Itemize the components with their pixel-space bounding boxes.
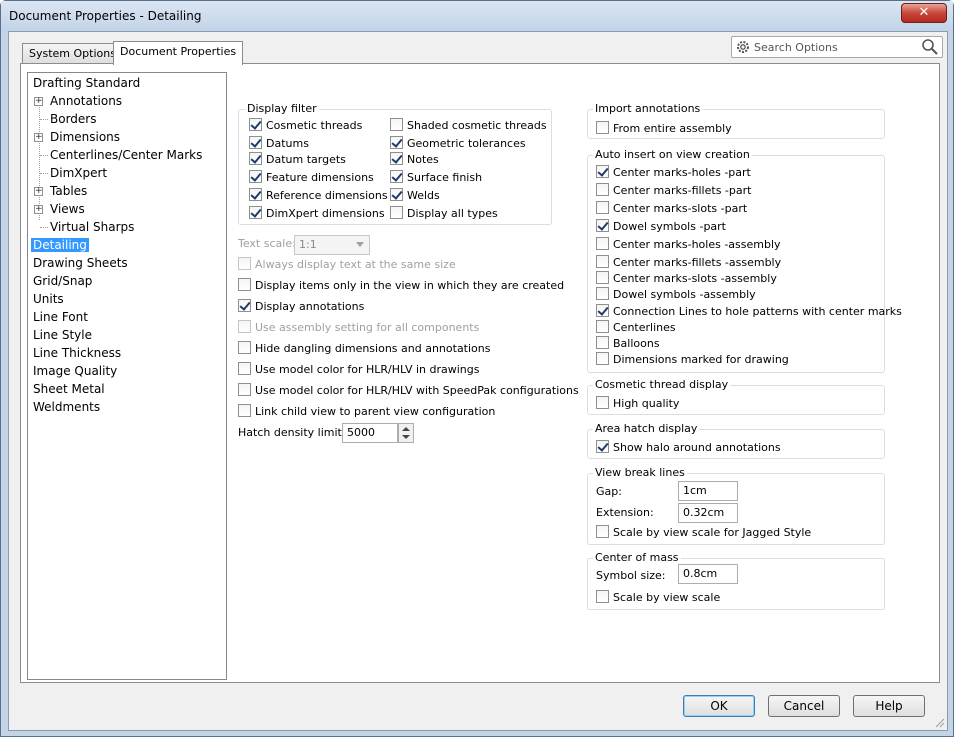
- tree-item-borders[interactable]: Borders: [34, 111, 98, 127]
- tree-item-weldments[interactable]: Weldments: [31, 399, 102, 415]
- ok-button[interactable]: OK: [683, 695, 755, 717]
- resize-grip-icon[interactable]: [933, 716, 945, 728]
- gap-label: Gap:: [596, 485, 622, 498]
- area-hatch-title: Area hatch display: [593, 422, 700, 435]
- checkbox-display-annotations[interactable]: Display annotations: [238, 299, 364, 315]
- search-options[interactable]: Search Options: [731, 36, 943, 58]
- cancel-button[interactable]: Cancel: [768, 695, 840, 717]
- checkbox-dowel-part[interactable]: Dowel symbols -part: [596, 219, 726, 235]
- checkbox-dimxpert-dimensions[interactable]: DimXpert dimensions: [249, 206, 385, 222]
- gap-input[interactable]: 1cm: [678, 481, 738, 501]
- tree-item-image-quality[interactable]: Image Quality: [31, 363, 119, 379]
- tree-item-annotations[interactable]: + Annotations: [34, 93, 124, 109]
- gear-icon: [737, 41, 749, 53]
- cosmetic-thread-title: Cosmetic thread display: [593, 378, 731, 391]
- hatch-density-input[interactable]: 5000: [342, 423, 398, 443]
- dialog-client: System Options Document Properties Searc…: [8, 31, 948, 731]
- search-placeholder: Search Options: [754, 41, 838, 54]
- tree-item-line-font[interactable]: Line Font: [31, 309, 90, 325]
- tree-item-sheet-metal[interactable]: Sheet Metal: [31, 381, 107, 397]
- checkbox-surface-finish[interactable]: Surface finish: [390, 170, 482, 186]
- checkbox-cm-fillets-assembly[interactable]: Center marks-fillets -assembly: [596, 255, 781, 271]
- checkbox-shaded-cosmetic-threads[interactable]: Shaded cosmetic threads: [390, 118, 547, 134]
- tree-item-detailing[interactable]: Detailing: [31, 237, 89, 253]
- tree-item-units[interactable]: Units: [31, 291, 66, 307]
- checkbox-high-quality[interactable]: High quality: [596, 396, 679, 412]
- display-filter-title: Display filter: [245, 102, 319, 115]
- checkbox-datums[interactable]: Datums: [249, 136, 309, 152]
- checkbox-dimensions-marked[interactable]: Dimensions marked for drawing: [596, 352, 789, 368]
- checkbox-feature-dimensions[interactable]: Feature dimensions: [249, 170, 374, 186]
- checkbox-scale-jagged[interactable]: Scale by view scale for Jagged Style: [596, 525, 811, 541]
- text-scale-label: Text scale:: [238, 237, 296, 250]
- checkbox-link-child-view[interactable]: Link child view to parent view configura…: [238, 404, 495, 420]
- tree-item-dimxpert[interactable]: DimXpert: [34, 165, 109, 181]
- center-of-mass-title: Center of mass: [593, 551, 681, 564]
- help-button[interactable]: Help: [853, 695, 925, 717]
- tree-item-centerlines[interactable]: Centerlines/Center Marks: [34, 147, 204, 163]
- tab-system-options[interactable]: System Options: [22, 43, 123, 65]
- checkbox-connection-lines[interactable]: Connection Lines to hole patterns with c…: [596, 304, 902, 320]
- dialog-window: Document Properties - Detailing ✕ System…: [0, 0, 954, 737]
- tree-item-drawing-sheets[interactable]: Drawing Sheets: [31, 255, 130, 271]
- checkbox-display-all-types[interactable]: Display all types: [390, 206, 498, 222]
- checkbox-dowel-assembly[interactable]: Dowel symbols -assembly: [596, 287, 756, 303]
- checkbox-cm-slots-assembly[interactable]: Center marks-slots -assembly: [596, 271, 777, 287]
- checkbox-always-display-text-same-size[interactable]: Always display text at the same size: [238, 257, 456, 273]
- extension-label: Extension:: [596, 506, 654, 519]
- checkbox-reference-dimensions[interactable]: Reference dimensions: [249, 188, 388, 204]
- text-scale-select[interactable]: 1:1: [294, 235, 370, 255]
- spin-down-icon[interactable]: [402, 435, 410, 439]
- options-tree[interactable]: Drafting Standard + Annotations Borders …: [27, 72, 227, 680]
- symbol-size-input[interactable]: 0.8cm: [678, 564, 738, 584]
- options-panel: Drafting Standard + Annotations Borders …: [20, 63, 940, 683]
- expand-icon[interactable]: +: [34, 97, 43, 106]
- tree-item-views[interactable]: + Views: [34, 201, 87, 217]
- window-title: Document Properties - Detailing: [9, 9, 202, 23]
- tree-item-dimensions[interactable]: + Dimensions: [34, 129, 122, 145]
- checkbox-cm-slots-part[interactable]: Center marks-slots -part: [596, 201, 747, 217]
- checkbox-datum-targets[interactable]: Datum targets: [249, 152, 346, 168]
- hatch-density-spinner[interactable]: [398, 423, 414, 443]
- chevron-down-icon: [356, 242, 364, 247]
- hatch-density-label: Hatch density limit:: [238, 426, 346, 439]
- spin-up-icon[interactable]: [402, 427, 410, 431]
- close-button[interactable]: ✕: [901, 3, 947, 23]
- checkbox-display-items-only-in-view[interactable]: Display items only in the view in which …: [238, 278, 564, 294]
- checkbox-hide-dangling[interactable]: Hide dangling dimensions and annotations: [238, 341, 491, 357]
- expand-icon[interactable]: +: [34, 133, 43, 142]
- tree-item-line-thickness[interactable]: Line Thickness: [31, 345, 123, 361]
- checkbox-balloons[interactable]: Balloons: [596, 336, 660, 352]
- checkbox-welds[interactable]: Welds: [390, 188, 440, 204]
- view-break-lines-title: View break lines: [593, 466, 687, 479]
- tree-item-tables[interactable]: + Tables: [34, 183, 89, 199]
- search-icon[interactable]: [921, 38, 939, 56]
- checkbox-show-halo[interactable]: Show halo around annotations: [596, 440, 781, 456]
- checkbox-scale-by-view-scale[interactable]: Scale by view scale: [596, 590, 720, 606]
- checkbox-centerlines[interactable]: Centerlines: [596, 320, 676, 336]
- checkbox-cm-fillets-part[interactable]: Center marks-fillets -part: [596, 183, 751, 199]
- checkbox-geometric-tolerances[interactable]: Geometric tolerances: [390, 136, 526, 152]
- checkbox-model-color-speedpak[interactable]: Use model color for HLR/HLV with SpeedPa…: [238, 383, 579, 399]
- tree-item-drafting-standard[interactable]: Drafting Standard: [31, 75, 142, 91]
- import-annotations-title: Import annotations: [593, 102, 703, 115]
- auto-insert-title: Auto insert on view creation: [593, 148, 752, 161]
- expand-icon[interactable]: +: [34, 205, 43, 214]
- expand-icon[interactable]: +: [34, 187, 43, 196]
- checkbox-cosmetic-threads[interactable]: Cosmetic threads: [249, 118, 362, 134]
- checkbox-cm-holes-part[interactable]: Center marks-holes -part: [596, 165, 751, 181]
- symbol-size-label: Symbol size:: [596, 569, 666, 582]
- checkbox-use-assembly-setting[interactable]: Use assembly setting for all components: [238, 320, 479, 336]
- checkbox-cm-holes-assembly[interactable]: Center marks-holes -assembly: [596, 237, 781, 253]
- checkbox-model-color-hlr[interactable]: Use model color for HLR/HLV in drawings: [238, 362, 479, 378]
- title-bar[interactable]: Document Properties - Detailing ✕: [1, 1, 953, 31]
- extension-input[interactable]: 0.32cm: [678, 503, 738, 523]
- tree-item-virtual-sharps[interactable]: Virtual Sharps: [34, 219, 136, 235]
- tree-item-grid-snap[interactable]: Grid/Snap: [31, 273, 94, 289]
- checkbox-notes[interactable]: Notes: [390, 152, 439, 168]
- tab-document-properties[interactable]: Document Properties: [113, 41, 244, 65]
- tree-item-line-style[interactable]: Line Style: [31, 327, 94, 343]
- checkbox-from-entire-assembly[interactable]: From entire assembly: [596, 121, 732, 137]
